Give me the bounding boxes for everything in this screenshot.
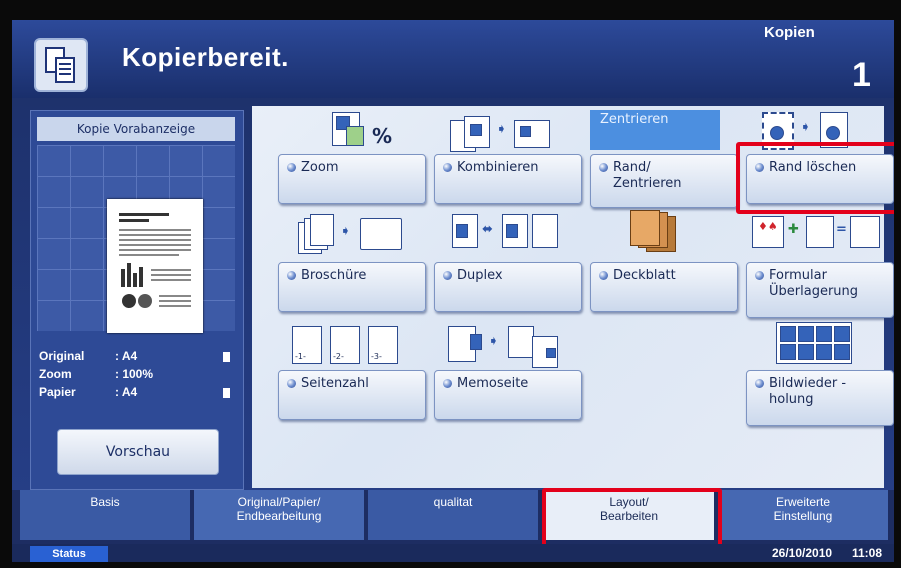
info-key: Papier xyxy=(39,385,76,399)
page-number-icon: -1- -2- -3- xyxy=(292,326,412,366)
info-row-papier: Papier : A4 xyxy=(37,385,235,403)
duplex-icon: ⬌ xyxy=(452,214,572,254)
centering-indicator: Zentrieren xyxy=(590,110,720,150)
memo-page-icon: ➧ xyxy=(448,326,578,370)
radio-indicator xyxy=(287,379,296,388)
info-row-original: Original : A4 xyxy=(37,349,235,367)
radio-indicator xyxy=(443,379,452,388)
zoom-button[interactable]: Zoom xyxy=(278,154,426,204)
copies-label: Kopien xyxy=(764,24,815,41)
info-value: : 100% xyxy=(115,367,154,381)
preview-document-thumbnail xyxy=(107,199,203,333)
header-bar: Kopierbereit. Kopien 1 xyxy=(12,20,894,98)
copier-screen: Kopierbereit. Kopien 1 Kopie Vorabanzeig… xyxy=(12,20,894,562)
combine-icon: ➧ xyxy=(450,116,560,152)
radio-indicator xyxy=(443,163,452,172)
preview-title: Kopie Vorabanzeige xyxy=(37,117,235,141)
page-orientation-icon xyxy=(223,352,230,362)
tab-erweiterte-einstellung[interactable]: Erweiterte Einstellung xyxy=(718,490,888,540)
image-repeat-button[interactable]: Bildwieder - holung xyxy=(746,370,894,426)
radio-indicator xyxy=(287,163,296,172)
combine-button[interactable]: Kombinieren xyxy=(434,154,582,204)
highlight-rand-loeschen xyxy=(736,142,894,214)
radio-indicator xyxy=(443,271,452,280)
copy-icon xyxy=(34,38,88,92)
copies-count[interactable]: 1 xyxy=(852,56,871,95)
info-value: : A4 xyxy=(115,349,138,363)
radio-indicator xyxy=(287,271,296,280)
form-overlay-icon: ♦♠ ✚ = xyxy=(752,216,892,252)
cover-page-icon xyxy=(630,210,690,254)
paper-tray-icon xyxy=(223,388,230,398)
booklet-button[interactable]: Broschüre xyxy=(278,262,426,312)
radio-indicator xyxy=(599,271,608,280)
function-panel: % ➧ Zentrieren ➧ Zoom Kombinieren Rand/ … xyxy=(252,106,894,488)
duplex-button[interactable]: Duplex xyxy=(434,262,582,312)
page-number-button[interactable]: Seitenzahl xyxy=(278,370,426,420)
radio-indicator xyxy=(599,163,608,172)
tab-basis[interactable]: Basis xyxy=(20,490,190,540)
tab-bar: Basis Original/Papier/ Endbearbeitung qu… xyxy=(12,488,894,548)
tab-qualitat[interactable]: qualitat xyxy=(368,490,538,540)
form-overlay-button[interactable]: Formular Überlagerung xyxy=(746,262,894,318)
preview-panel: Kopie Vorabanzeige Original: A4 Zoom: … xyxy=(30,110,244,490)
cover-page-button[interactable]: Deckblatt xyxy=(590,262,738,312)
zoom-icon: % xyxy=(332,112,412,152)
info-key: Original xyxy=(39,349,85,363)
tab-original-papier[interactable]: Original/Papier/ Endbearbeitung xyxy=(194,490,364,540)
info-row-zoom: Zoom : 100% xyxy=(37,367,235,385)
margin-centering-button[interactable]: Rand/ Zentrieren xyxy=(590,154,738,208)
info-key: Zoom xyxy=(39,367,72,381)
memo-page-button[interactable]: Memoseite xyxy=(434,370,582,420)
date-display: 26/10/2010 xyxy=(772,546,833,560)
highlight-layout-tab xyxy=(542,488,722,548)
radio-indicator xyxy=(755,271,764,280)
radio-indicator xyxy=(755,379,764,388)
status-button[interactable]: Status xyxy=(30,546,108,562)
status-bar: Status 26/10/2010 11:08 xyxy=(12,544,894,562)
preview-button[interactable]: Vorschau xyxy=(57,429,219,475)
image-repeat-icon xyxy=(776,322,856,364)
page-title: Kopierbereit. xyxy=(122,42,289,72)
time-display: 11:08 xyxy=(852,546,883,560)
info-value: : A4 xyxy=(115,385,138,399)
preview-info: Original : A4 Zoom : 100% Papier : A4 xyxy=(37,349,235,403)
preview-grid xyxy=(37,145,235,333)
booklet-icon: ➧ xyxy=(298,214,408,258)
